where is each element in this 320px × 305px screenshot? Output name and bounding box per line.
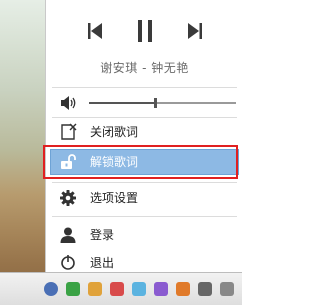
close-lyrics-icon [61,123,77,140]
exit-icon [61,255,75,270]
gear-icon [60,190,76,206]
divider [52,87,237,88]
menu-item-login[interactable]: 登录 [50,222,239,248]
tray-app-icon[interactable] [154,282,168,296]
menu-item-label: 关闭歌词 [90,125,139,139]
taskbar [0,272,242,305]
monitor-icon[interactable] [198,282,212,296]
tray-app-icon[interactable] [110,282,124,296]
menu-item-label: 解锁歌词 [90,155,139,169]
current-song-title: 谢安琪 - 钟无艳 [100,61,189,75]
previous-track-icon [88,23,102,39]
previous-track-button[interactable] [86,17,104,45]
playback-controls [46,17,243,45]
menu-item-close-lyrics[interactable]: 关闭歌词 [50,119,239,145]
volume-slider-thumb[interactable] [154,98,158,108]
tray-app-icon[interactable] [132,282,146,296]
user-icon [60,227,76,243]
player-context-menu: 谢安琪 - 钟无艳 关闭歌词 解锁歌词 选项设置 登录 退出 [45,0,243,272]
volume-slider-track[interactable] [89,98,236,108]
tray-app-icon[interactable] [176,282,190,296]
browser-icon[interactable] [44,282,58,296]
volume-slider-fill [89,102,156,104]
menu-item-exit[interactable]: 退出 [50,250,239,272]
unlock-icon [61,154,76,169]
menu-item-settings[interactable]: 选项设置 [50,185,239,211]
speaker-icon[interactable] [220,282,234,296]
volume-icon [61,96,76,110]
menu-item-label: 登录 [90,228,115,242]
menu-item-unlock-lyrics[interactable]: 解锁歌词 [50,149,239,175]
divider [52,117,237,118]
volume-control [46,94,243,112]
next-track-icon [188,23,202,39]
divider [52,182,237,183]
tray-app-icon[interactable] [66,282,80,296]
menu-item-label: 选项设置 [90,191,139,205]
menu-item-label: 退出 [90,256,115,270]
tray-app-icon[interactable] [88,282,102,296]
pause-button[interactable] [135,17,155,45]
next-track-button[interactable] [186,17,204,45]
divider [52,216,237,217]
pause-icon [138,20,152,42]
